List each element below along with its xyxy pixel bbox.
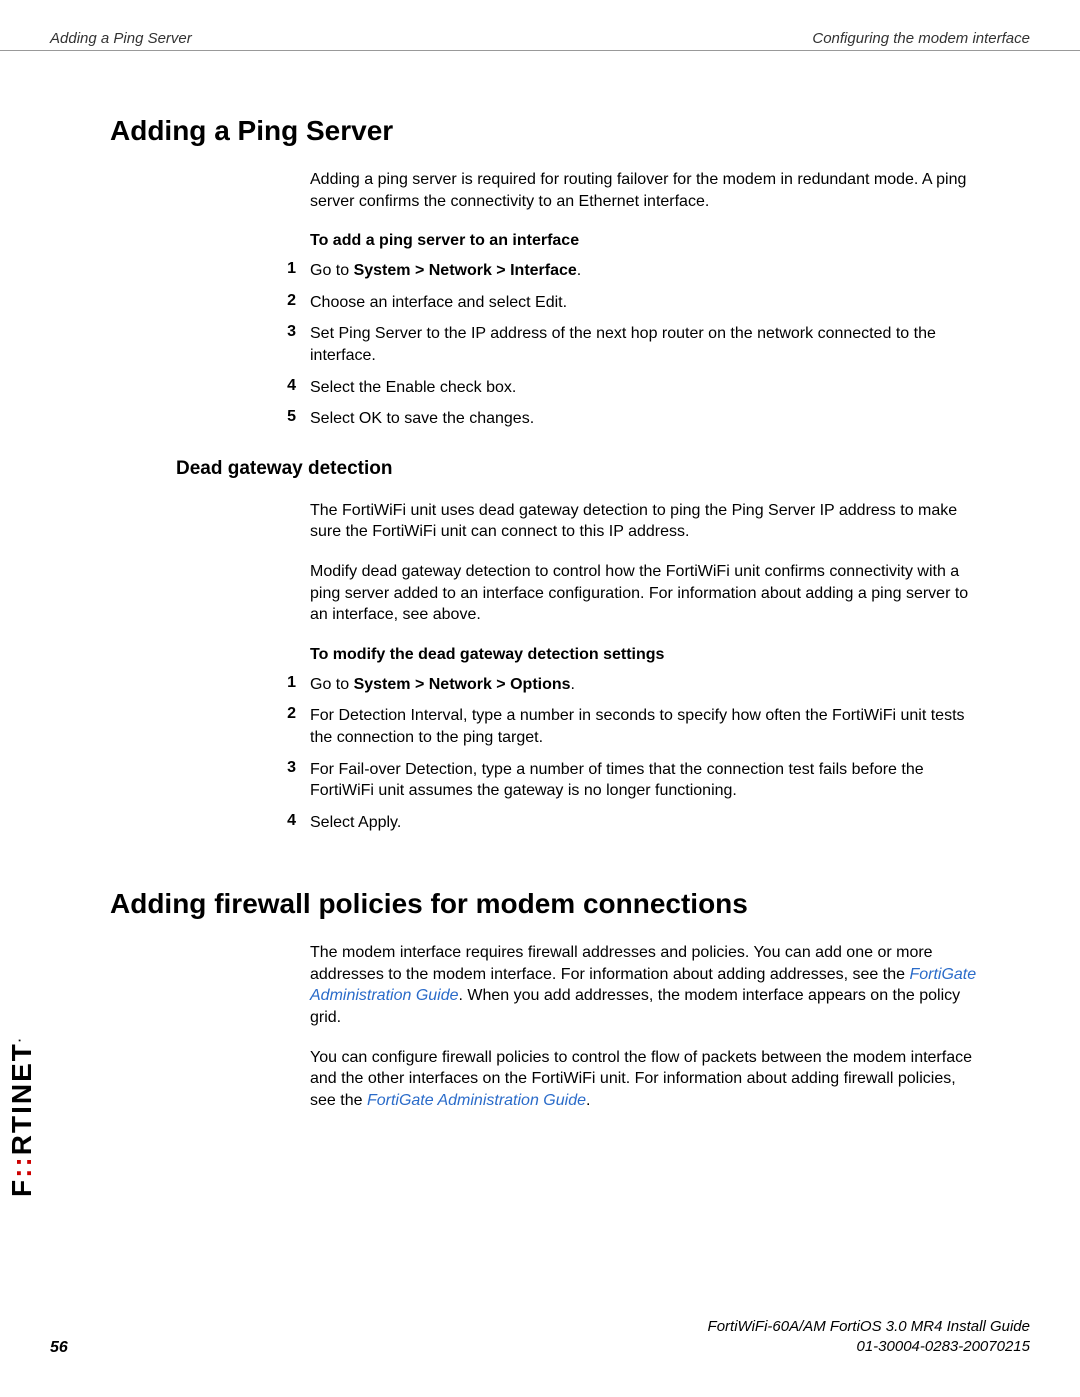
- step-row: 2 Choose an interface and select Edit.: [280, 292, 980, 314]
- step-row: 4 Select Apply.: [280, 812, 980, 834]
- header-rule: [0, 50, 1080, 51]
- step-text: Set Ping Server to the IP address of the…: [310, 323, 980, 366]
- step-number: 2: [280, 292, 310, 314]
- step-text: Go to System > Network > Options.: [310, 674, 980, 696]
- step-text: Select Apply.: [310, 812, 980, 834]
- header-right: Configuring the modem interface: [812, 30, 1030, 47]
- step-text-suffix: .: [577, 262, 581, 279]
- para-text: .: [586, 1092, 590, 1109]
- section-title-firewall: Adding firewall policies for modem conne…: [110, 888, 980, 920]
- step-row: 3 Set Ping Server to the IP address of t…: [280, 323, 980, 366]
- step-row: 5 Select OK to save the changes.: [280, 408, 980, 430]
- step-text-path: System > Network > Interface: [354, 262, 577, 279]
- sub-para: Modify dead gateway detection to control…: [310, 561, 980, 626]
- logo-accent-icon: ::: [6, 1155, 37, 1178]
- step-number: 3: [280, 323, 310, 366]
- step-text: Select OK to save the changes.: [310, 408, 980, 430]
- step-number: 1: [280, 260, 310, 282]
- doc-id: 01-30004-0283-20070215: [708, 1337, 1030, 1357]
- firewall-para1: The modem interface requires firewall ad…: [310, 942, 980, 1028]
- step-number: 2: [280, 705, 310, 748]
- step-row: 4 Select the Enable check box.: [280, 377, 980, 399]
- step-row: 1 Go to System > Network > Options.: [280, 674, 980, 696]
- logo-rest: RTINET: [6, 1042, 37, 1155]
- step-number: 4: [280, 812, 310, 834]
- procedure-title-add: To add a ping server to an interface: [310, 232, 980, 250]
- step-number: 3: [280, 759, 310, 802]
- step-text: Go to System > Network > Interface.: [310, 260, 980, 282]
- logo-dot: .: [10, 1037, 24, 1042]
- logo-f: F: [6, 1178, 37, 1197]
- subsection-title-dead-gateway: Dead gateway detection: [176, 458, 980, 480]
- page-footer: 56 FortiWiFi-60A/AM FortiOS 3.0 MR4 Inst…: [50, 1317, 1030, 1358]
- link-admin-guide[interactable]: FortiGate Administration Guide: [367, 1092, 586, 1109]
- para-text: The modem interface requires firewall ad…: [310, 944, 933, 983]
- page-content: Adding a Ping Server Adding a ping serve…: [110, 115, 980, 1129]
- step-row: 3 For Fail-over Detection, type a number…: [280, 759, 980, 802]
- procedure-title-modify: To modify the dead gateway detection set…: [310, 646, 980, 664]
- intro-para: Adding a ping server is required for rou…: [310, 169, 980, 212]
- doc-metadata: FortiWiFi-60A/AM FortiOS 3.0 MR4 Install…: [708, 1317, 1030, 1358]
- doc-title: FortiWiFi-60A/AM FortiOS 3.0 MR4 Install…: [708, 1317, 1030, 1337]
- sub-para: The FortiWiFi unit uses dead gateway det…: [310, 500, 980, 543]
- fortinet-logo: F::RTINET.: [6, 1037, 38, 1197]
- section-title-ping: Adding a Ping Server: [110, 115, 980, 147]
- step-text: Select the Enable check box.: [310, 377, 980, 399]
- step-text-prefix: Go to: [310, 676, 354, 693]
- running-header: Adding a Ping Server Configuring the mod…: [50, 30, 1030, 47]
- step-number: 1: [280, 674, 310, 696]
- step-row: 1 Go to System > Network > Interface.: [280, 260, 980, 282]
- firewall-para2: You can configure firewall policies to c…: [310, 1047, 980, 1112]
- step-number: 5: [280, 408, 310, 430]
- step-text-path: System > Network > Options: [354, 676, 571, 693]
- header-left: Adding a Ping Server: [50, 30, 192, 47]
- step-text-prefix: Go to: [310, 262, 354, 279]
- step-text: Choose an interface and select Edit.: [310, 292, 980, 314]
- step-text-suffix: .: [571, 676, 575, 693]
- step-row: 2 For Detection Interval, type a number …: [280, 705, 980, 748]
- step-text: For Fail-over Detection, type a number o…: [310, 759, 980, 802]
- page-number: 56: [50, 1339, 68, 1357]
- step-text: For Detection Interval, type a number in…: [310, 705, 980, 748]
- step-number: 4: [280, 377, 310, 399]
